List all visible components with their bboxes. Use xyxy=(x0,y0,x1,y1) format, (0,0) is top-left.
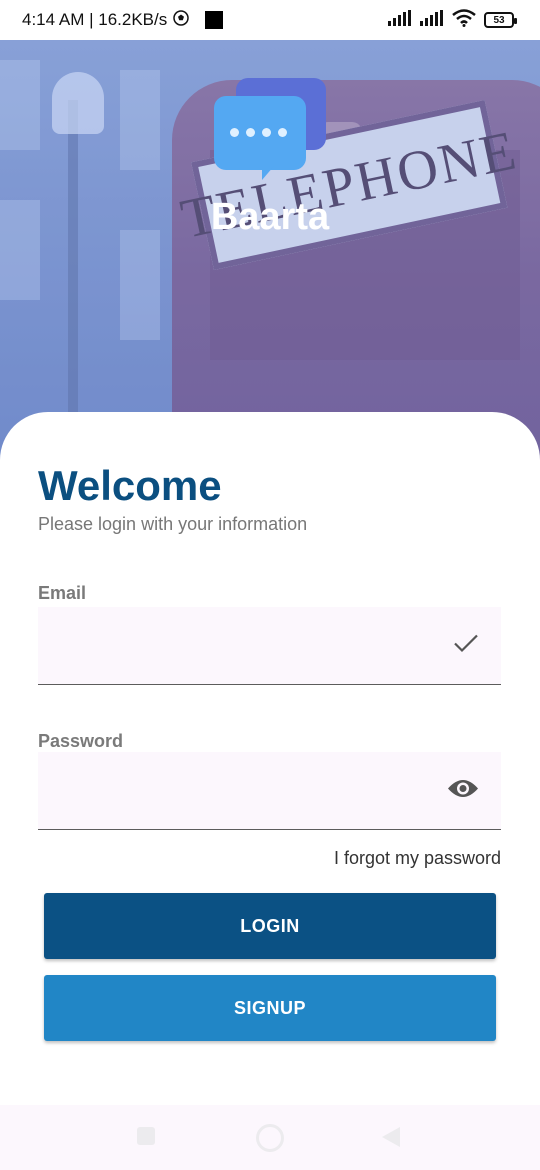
page-subtitle: Please login with your information xyxy=(38,514,308,534)
signal-icon xyxy=(388,9,412,31)
status-left: 4:14 AM | 16.2KB/s xyxy=(22,9,224,31)
recents-square-icon[interactable] xyxy=(137,1127,155,1145)
signal-icon xyxy=(420,9,444,31)
eye-icon[interactable] xyxy=(447,777,479,804)
email-label: Email xyxy=(38,583,87,603)
app-logo xyxy=(214,78,326,188)
battery-icon: 53 xyxy=(484,12,517,28)
logo-dots xyxy=(230,128,287,137)
status-right: 53 xyxy=(388,8,517,32)
signup-button[interactable]: SIGNUP xyxy=(44,975,496,1041)
black-square-icon xyxy=(205,11,224,29)
soccer-ball-icon xyxy=(173,9,189,31)
app-name: Baarta xyxy=(210,196,330,238)
login-button[interactable]: LOGIN xyxy=(44,893,496,959)
email-field[interactable] xyxy=(38,607,438,684)
password-field[interactable] xyxy=(38,752,438,829)
status-bar: 4:14 AM | 16.2KB/s 53 xyxy=(0,0,540,40)
system-nav-bar xyxy=(0,1105,540,1170)
forgot-password-link[interactable]: I forgot my password xyxy=(334,848,501,869)
page-title: Welcome xyxy=(38,462,222,509)
email-field-container xyxy=(38,607,501,685)
back-triangle-icon[interactable] xyxy=(382,1127,400,1147)
check-icon xyxy=(453,633,479,658)
wifi-icon xyxy=(452,8,476,32)
password-field-container xyxy=(38,752,501,830)
logo-bubble-tail xyxy=(262,166,274,180)
password-label: Password xyxy=(38,731,124,751)
home-circle-icon[interactable] xyxy=(256,1124,284,1152)
status-time-speed: 4:14 AM | 16.2KB/s xyxy=(22,10,168,29)
